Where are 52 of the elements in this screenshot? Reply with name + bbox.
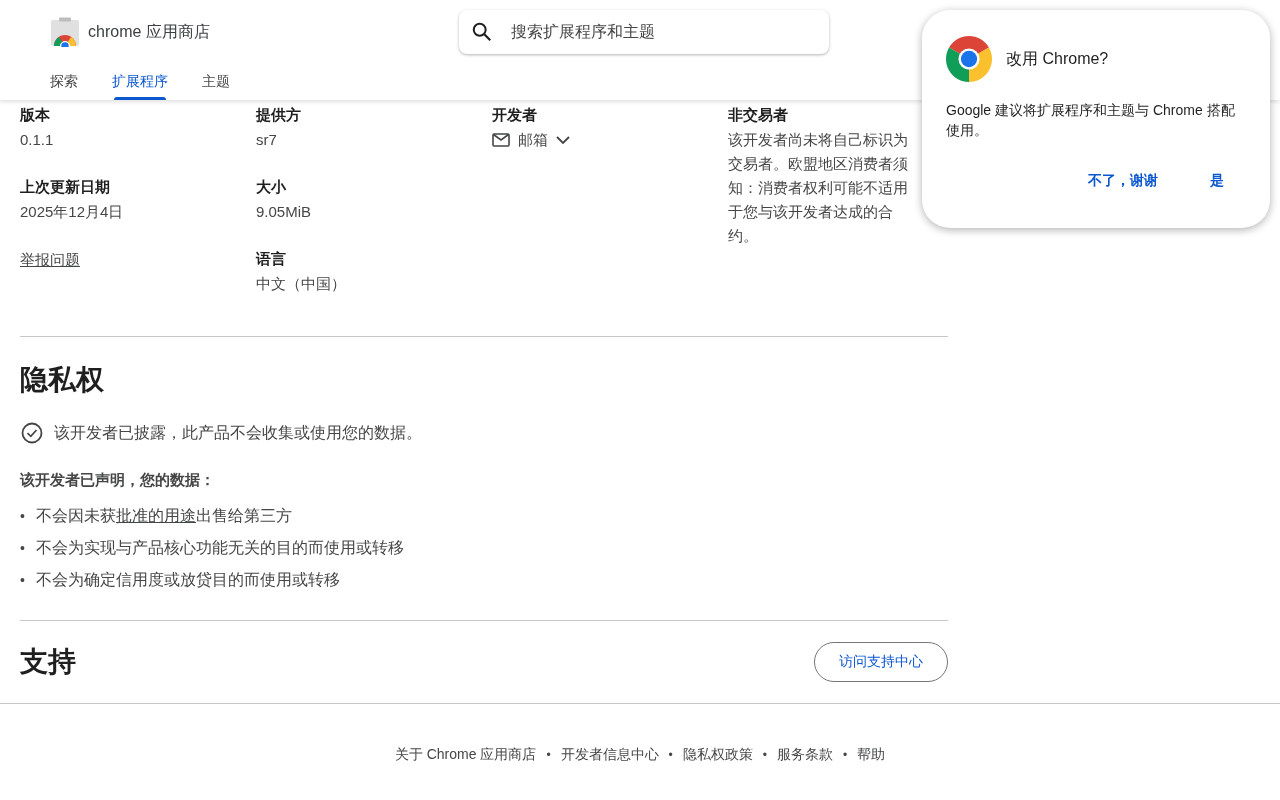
footer-link[interactable]: 帮助 <box>857 746 886 764</box>
bullet: • <box>20 540 26 556</box>
nav-tab[interactable]: 探索 <box>38 64 90 100</box>
nav-tab[interactable]: 主题 <box>190 64 242 100</box>
detail-value: 2025年12月4日 <box>20 202 125 222</box>
search-bar[interactable]: 搜索扩展程序和主题 <box>459 10 829 54</box>
support-center-button[interactable]: 访问支持中心 <box>814 642 948 682</box>
separator-dot: • <box>546 748 551 762</box>
detail-label: 大小 <box>256 177 287 197</box>
detail-value: 该开发者尚未将自己标识为交易者。欧盟地区消费者须知：消费者权利可能不适用于您与该开发者达成的合约。 <box>728 130 909 246</box>
dialog-button[interactable]: 不了，谢谢 <box>1066 164 1180 198</box>
approved-use-link[interactable]: 批准的用途 <box>116 507 196 524</box>
report-link[interactable]: 举报问题 <box>20 248 256 272</box>
nav-tab[interactable]: 扩展程序 <box>100 64 180 100</box>
email-dropdown[interactable]: 邮箱 <box>492 128 728 152</box>
section-title: 隐私权 <box>20 363 105 397</box>
declared-heading: 该开发者已声明，您的数据： <box>20 471 216 490</box>
detail-value: 中文（中国） <box>256 274 347 294</box>
footer-link[interactable]: 隐私权政策 <box>682 746 753 764</box>
detail-value: 0.1.1 <box>20 130 55 150</box>
dialog-title: 改用 Chrome? <box>1006 48 1109 69</box>
data-practice-item: 不会为确定信用度或放贷目的而使用或转移 <box>36 570 340 590</box>
check-circle-icon <box>20 421 44 445</box>
dialog-button[interactable]: 是 <box>1188 164 1246 198</box>
separator-dot: • <box>668 748 673 762</box>
detail-label: 提供方 <box>256 105 302 125</box>
detail-label: 非交易者 <box>728 105 789 125</box>
dialog-body: Google 建议将扩展程序和主题与 Chrome 搭配使用。 <box>946 101 1236 140</box>
chrome-logo-icon <box>946 36 992 82</box>
mail-icon <box>492 133 510 147</box>
data-practice-item: 不会因未获批准的用途出售给第三方 <box>36 506 292 526</box>
store-name[interactable]: chrome 应用商店 <box>88 21 210 43</box>
separator-dot: • <box>762 748 767 762</box>
footer-link[interactable]: 开发者信息中心 <box>560 746 659 764</box>
disclosure-text: 该开发者已披露，此产品不会收集或使用您的数据。 <box>54 422 422 443</box>
data-practice-item: 不会为实现与产品核心功能无关的目的而使用或转移 <box>36 538 404 558</box>
separator-dot: • <box>843 748 848 762</box>
detail-value: 9.05MiB <box>256 202 313 222</box>
footer-link[interactable]: 服务条款 <box>777 746 833 764</box>
detail-label: 开发者 <box>492 105 538 125</box>
store-icon <box>50 17 80 47</box>
footer-link[interactable]: 关于 Chrome 应用商店 <box>394 746 537 764</box>
section-title: 支持 <box>20 645 76 679</box>
detail-label: 上次更新日期 <box>20 177 111 197</box>
chevron-down-icon <box>556 135 570 145</box>
detail-label: 版本 <box>20 105 51 125</box>
detail-label: 语言 <box>256 249 287 269</box>
bullet: • <box>20 508 26 524</box>
search-field[interactable]: 搜索扩展程序和主题 <box>509 22 817 42</box>
detail-value: sr7 <box>256 130 278 150</box>
bullet: • <box>20 572 26 588</box>
search-icon <box>471 21 493 43</box>
